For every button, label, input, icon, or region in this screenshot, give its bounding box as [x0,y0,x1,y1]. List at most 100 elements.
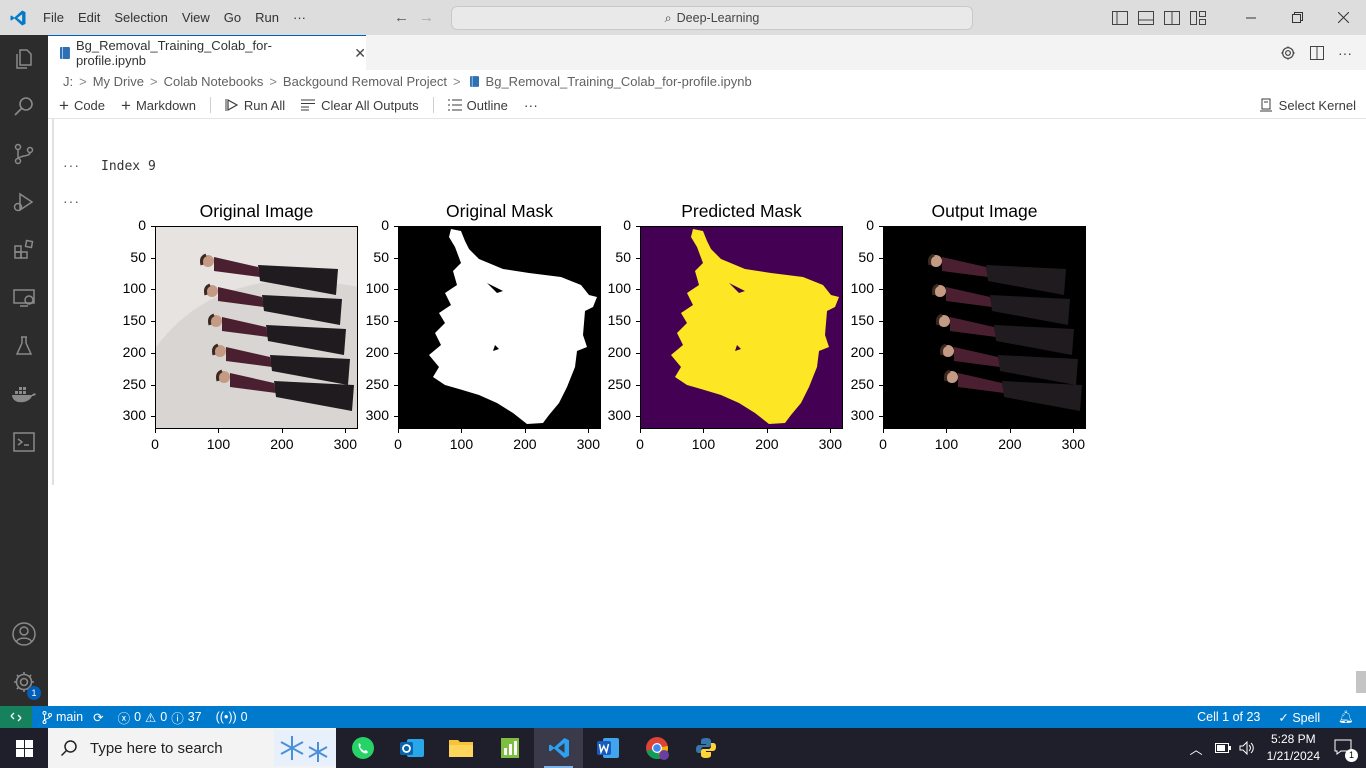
remote-explorer-icon[interactable] [0,274,48,322]
tab-notebook[interactable]: Bg_Removal_Training_Colab_for-profile.ip… [48,35,366,70]
x-tick-label: 100 [206,436,231,452]
y-tick-label: 200 [607,343,631,360]
extensions-icon[interactable] [0,226,48,274]
panel-image-2 [640,226,843,429]
windows-logo-icon [15,739,33,757]
clear-all-outputs-label: Clear All Outputs [321,97,419,113]
taskbar-search-box[interactable]: Type here to search [48,728,336,768]
close-window-button[interactable] [1320,0,1366,35]
project-app-icon[interactable] [485,728,534,768]
info-count: 37 [187,710,202,724]
clear-all-outputs-button[interactable]: Clear All Outputs [301,98,419,113]
minimize-button[interactable] [1228,0,1274,35]
source-control-icon[interactable] [0,130,48,178]
y-tick-mark [879,416,883,418]
panel-title: Original Image [199,201,314,221]
y-tick-mark [879,257,883,259]
toggle-primary-sidebar-icon[interactable] [1112,10,1128,25]
menu-view[interactable]: View [175,0,217,35]
x-tick-mark [766,429,768,433]
notebook-file-icon [60,47,70,59]
x-tick-label: 0 [879,436,887,452]
search-sidebar-icon[interactable] [0,82,48,130]
toolbar-more-icon[interactable]: ··· [524,97,538,113]
breadcrumb-separator: > [269,73,277,89]
breadcrumb-colab-notebooks[interactable]: Colab Notebooks [164,74,264,89]
menu-selection[interactable]: Selection [107,0,174,35]
select-kernel-button[interactable]: Select Kernel [1259,92,1356,118]
outline-button[interactable]: Outline [447,98,508,113]
y-tick-label: 150 [850,312,874,329]
ports-status[interactable]: ((•)) 0 [216,710,248,724]
x-tick-mark [946,429,948,433]
settings-gear-icon[interactable] [1280,45,1296,61]
problems-status[interactable]: ⓧ 0 ⚠ 0 ⓘ 37 [118,708,202,727]
sync-icon[interactable]: ⟳ [93,710,103,725]
whatsapp-app-icon[interactable] [338,728,387,768]
ports-count: 0 [240,710,248,724]
menu-run[interactable]: Run [248,0,286,35]
breadcrumb-separator: > [79,73,87,89]
output-more-actions-icon[interactable]: ··· [63,157,80,173]
battery-icon[interactable] [1214,743,1231,753]
kernel-icon [1259,98,1272,112]
word-app-icon[interactable] [583,728,632,768]
y-tick-mark [394,416,398,418]
breadcrumb-drive[interactable]: J: [63,74,73,89]
windows-taskbar: Type here to search ︿ 5:28 PM 1/21/2024 … [0,728,1366,768]
outlook-app-icon[interactable] [387,728,436,768]
back-arrow-icon[interactable]: ← [394,9,409,26]
volume-icon[interactable] [1239,741,1255,755]
terminal-icon[interactable] [0,418,48,466]
remote-indicator-icon[interactable] [0,706,32,728]
y-tick-label: 250 [850,375,874,392]
clock[interactable]: 5:28 PM 1/21/2024 [1267,731,1320,765]
manage-gear-icon[interactable]: 1 [0,658,48,706]
tab-close-icon[interactable]: ✕ [354,45,366,62]
command-center-search[interactable]: ⌕ Deep-Learning [451,6,973,30]
docker-icon[interactable] [0,370,48,418]
start-button[interactable] [0,728,48,768]
cell-indicator[interactable]: Cell 1 of 23 [1197,710,1260,724]
explorer-icon[interactable] [0,35,48,83]
file-explorer-app-icon[interactable] [436,728,485,768]
menu-go[interactable]: Go [217,0,248,35]
add-markdown-button[interactable]: + Markdown [121,97,196,114]
split-editor-icon[interactable] [1310,45,1324,60]
breadcrumb-file[interactable]: Bg_Removal_Training_Colab_for-profile.ip… [486,74,752,89]
run-debug-icon[interactable] [0,178,48,226]
accounts-icon[interactable] [0,610,48,658]
vscode-logo-icon [0,0,36,35]
show-hidden-icons-chevron-icon[interactable]: ︿ [1190,739,1203,758]
menu-edit[interactable]: Edit [71,0,107,35]
vertical-scrollbar-thumb[interactable] [1356,671,1366,693]
toggle-secondary-sidebar-icon[interactable] [1164,10,1180,25]
menu-more[interactable]: ··· [286,0,313,35]
breadcrumb-my-drive[interactable]: My Drive [93,74,144,89]
menu-file[interactable]: File [36,0,71,35]
x-tick-label: 200 [270,436,294,452]
testing-flask-icon[interactable] [0,322,48,370]
customize-layout-icon[interactable] [1190,10,1206,25]
restore-button[interactable] [1274,0,1320,35]
y-tick-label: 250 [607,375,631,392]
vscode-app-icon[interactable] [534,728,583,768]
add-code-button[interactable]: + Code [59,97,105,114]
toggle-panel-icon[interactable] [1138,10,1154,25]
branch-status[interactable]: main ⟳ [42,710,104,725]
run-all-button[interactable]: Run All [225,98,285,113]
forward-arrow-icon[interactable]: → [419,9,434,26]
notification-center-icon[interactable]: 1 [1334,739,1358,762]
notifications-bell-icon[interactable]: 🔔︎ [1338,710,1354,725]
chrome-app-icon[interactable] [632,728,681,768]
y-tick-label: 150 [365,312,389,329]
output-more-actions-icon[interactable]: ··· [63,193,80,209]
x-tick-mark [398,429,399,433]
spell-check-status[interactable]: ✓ Spell [1278,710,1320,725]
breadcrumb-project[interactable]: Backgound Removal Project [283,74,447,89]
more-actions-icon[interactable]: ··· [1338,45,1352,61]
python-app-icon[interactable] [681,728,730,768]
activity-bar: 1 [0,35,48,706]
y-tick-mark [879,289,883,291]
y-tick-label: 0 [866,217,874,233]
